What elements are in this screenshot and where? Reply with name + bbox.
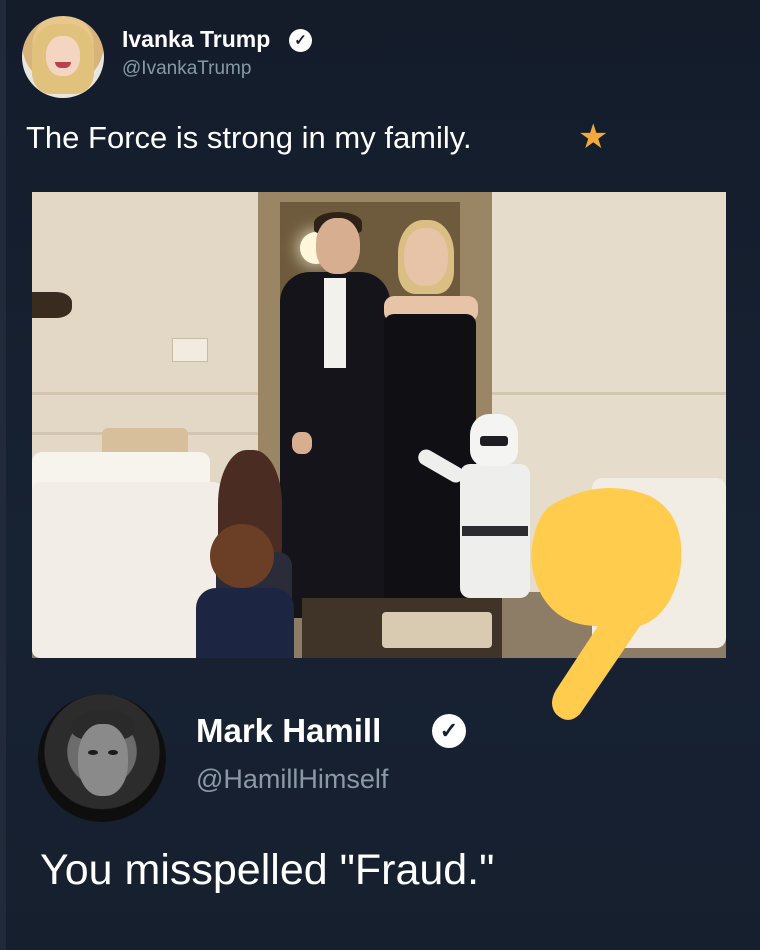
mark-hamill-avatar[interactable] [38, 694, 166, 822]
photo-wall-panel [492, 392, 726, 395]
left-edge [0, 0, 6, 950]
photo-woman-head [404, 228, 448, 286]
verified-badge-icon: ✓ [432, 714, 466, 748]
ivanka-avatar[interactable] [22, 16, 104, 98]
photo-lamp [32, 292, 72, 318]
avatar-face [46, 36, 80, 76]
photo-wall-panel [32, 392, 258, 395]
photo-sofa-left [32, 482, 222, 658]
photo-light-switch [172, 338, 208, 362]
tweet-author-handle[interactable]: @IvankaTrump [122, 58, 251, 80]
tweet-author-name[interactable]: Ivanka Trump [122, 26, 270, 53]
photo-trooper-visor [480, 436, 508, 446]
photo-snacks [382, 612, 492, 648]
photo-man-hand [292, 432, 312, 454]
pointing-down-hand-icon [520, 476, 690, 726]
photo-trooper-belt [462, 526, 528, 536]
star-icon: ★ [578, 118, 609, 156]
photo-man-head [316, 218, 360, 274]
photo-man-shirt [324, 278, 346, 368]
reply-author-name[interactable]: Mark Hamill [196, 712, 381, 750]
photo-boy-body [196, 588, 294, 658]
avatar-face [78, 724, 128, 796]
verified-badge-icon: ✓ [289, 29, 312, 52]
reply-text: You misspelled "Fraud." [40, 846, 495, 894]
photo-boy-hair [210, 524, 274, 588]
reply-author-handle[interactable]: @HamillHimself [196, 764, 388, 795]
avatar-eye [88, 750, 98, 755]
tweet-text: The Force is strong in my family. [26, 120, 472, 155]
avatar-eye [108, 750, 118, 755]
